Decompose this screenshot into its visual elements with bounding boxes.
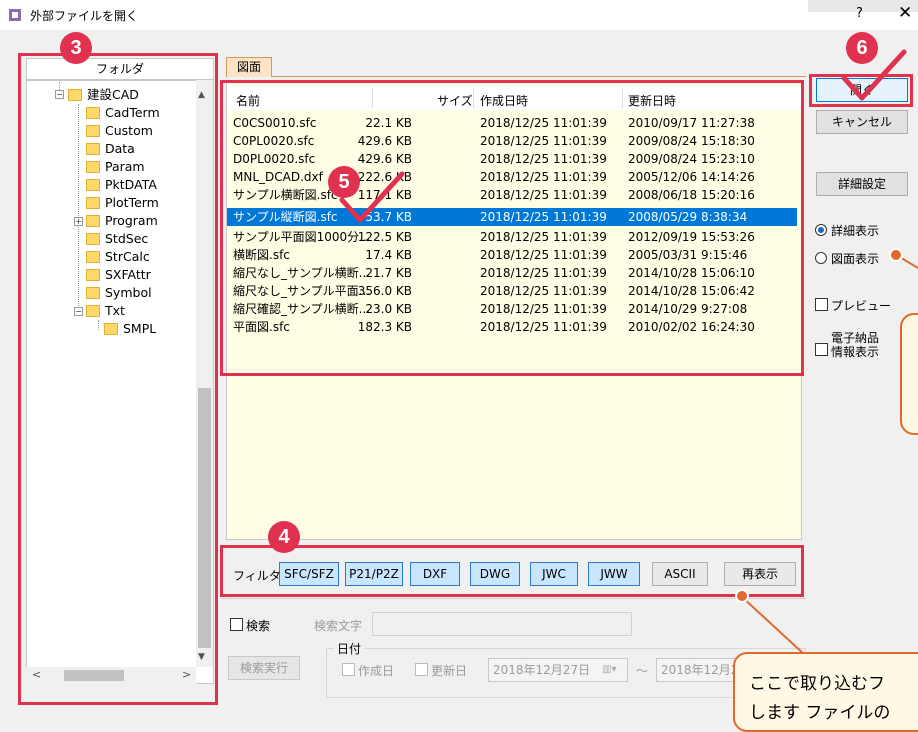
callout-anchor-dot	[735, 589, 749, 603]
callout-right	[900, 313, 918, 435]
callout-leader-lines	[741, 255, 918, 656]
callout-anchor-dot	[889, 248, 903, 262]
callout-bottom: ここで取り込むフ します ファイルの	[733, 652, 918, 732]
